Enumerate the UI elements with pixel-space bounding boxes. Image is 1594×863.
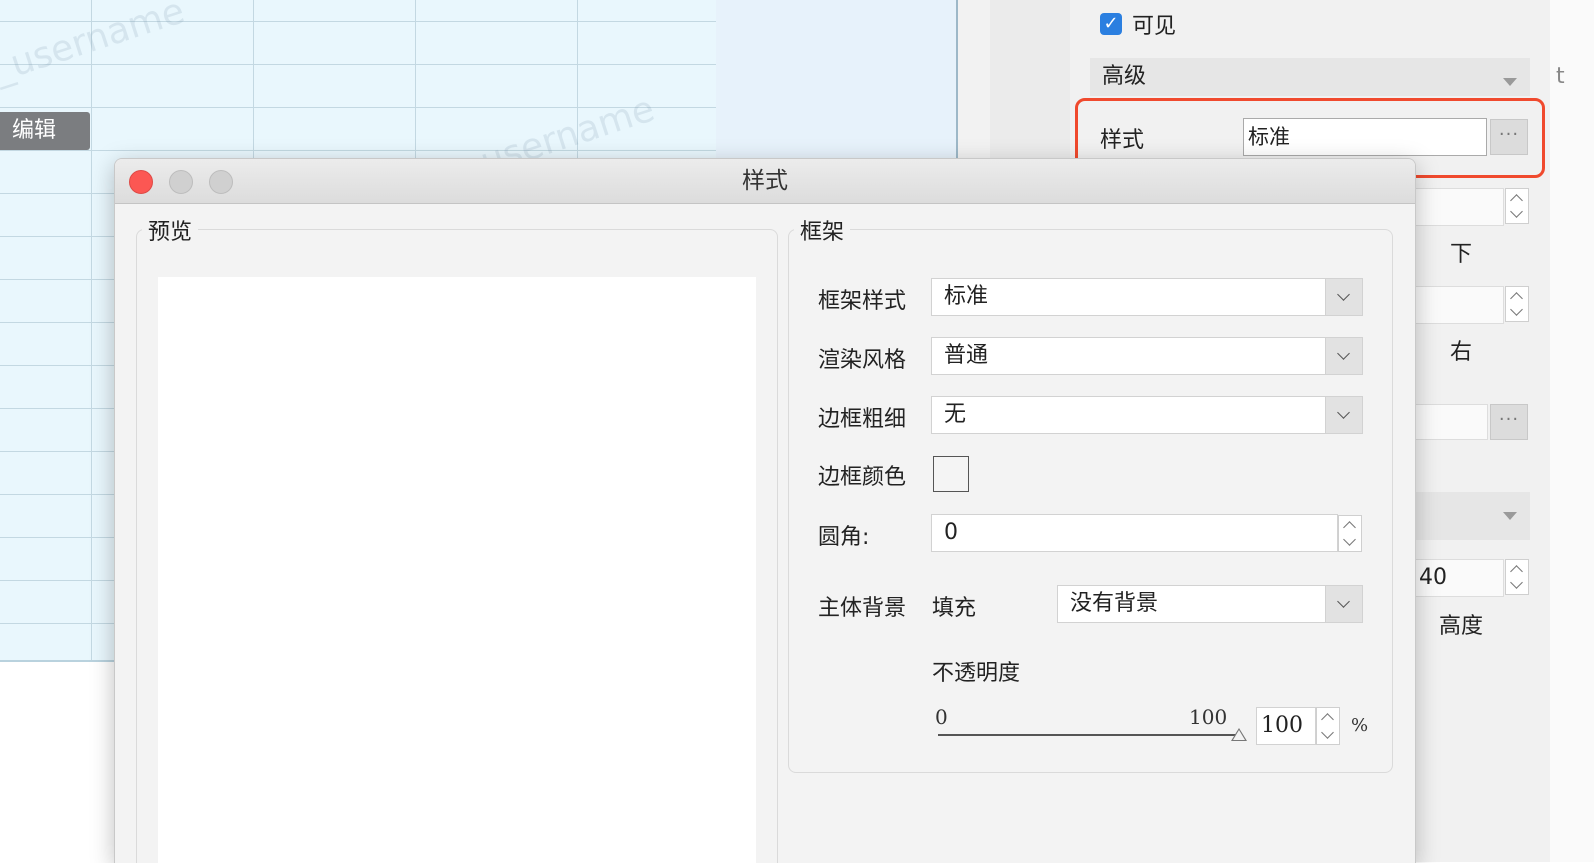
render-style-select[interactable]: 普通 — [931, 337, 1363, 375]
spreadsheet-area-right — [716, 0, 958, 160]
frame-group-title: 框架 — [794, 214, 851, 246]
visible-checkbox[interactable]: ✓ — [1100, 13, 1122, 35]
slider-max-label: 100 — [1189, 705, 1228, 729]
dialog-title: 样式 — [742, 168, 788, 194]
panel-field-input[interactable] — [1414, 404, 1488, 440]
right-margin-stepper[interactable] — [1505, 286, 1529, 322]
body-background-label: 主体背景 — [818, 596, 907, 621]
panel-edge — [1550, 0, 1594, 862]
height-input[interactable]: 40 — [1414, 559, 1504, 597]
right-label: 右 — [1450, 340, 1473, 365]
render-style-label: 渲染风格 — [818, 348, 907, 373]
render-style-value: 普通 — [944, 343, 989, 368]
height-stepper[interactable] — [1505, 559, 1529, 595]
right-margin-input[interactable] — [1414, 286, 1504, 324]
frame-style-label: 框架样式 — [818, 289, 907, 314]
opacity-slider-track[interactable] — [938, 734, 1238, 736]
visible-label: 可见 — [1132, 14, 1177, 39]
slider-min-label: 0 — [935, 705, 948, 729]
fill-value: 没有背景 — [1070, 591, 1159, 616]
corner-radius-input[interactable]: 0 — [931, 514, 1338, 552]
border-width-value: 无 — [944, 402, 967, 427]
panel-more-button[interactable]: ··· — [1490, 404, 1528, 440]
dialog-titlebar[interactable]: 样式 — [115, 159, 1415, 204]
corner-radius-stepper[interactable] — [1338, 515, 1362, 552]
chevron-down-icon[interactable] — [1325, 585, 1363, 623]
visible-checkbox-row[interactable]: ✓ 可见 — [1100, 10, 1177, 39]
bottom-label: 下 — [1450, 242, 1473, 267]
caret-down-icon — [1503, 78, 1517, 86]
frame-style-value: 标准 — [944, 284, 989, 309]
chevron-down-icon[interactable] — [1325, 278, 1363, 316]
opacity-label: 不透明度 — [932, 661, 1021, 686]
frame-style-select[interactable]: 标准 — [931, 278, 1363, 316]
chevron-down-icon[interactable] — [1325, 337, 1363, 375]
caret-down-icon — [1503, 512, 1517, 520]
fill-select[interactable]: 没有背景 — [1057, 585, 1363, 623]
border-width-select[interactable]: 无 — [931, 396, 1363, 434]
preview-group-title: 预览 — [142, 214, 199, 246]
advanced-label: 高级 — [1102, 64, 1147, 89]
chevron-down-icon[interactable] — [1325, 396, 1363, 434]
height-label: 高度 — [1439, 614, 1484, 639]
border-color-swatch[interactable] — [933, 456, 969, 492]
edge-letter: t — [1556, 64, 1565, 89]
opacity-stepper[interactable] — [1316, 707, 1340, 745]
style-dialog: 样式 预览 框架 框架样式 标准 渲染风格 普通 边框粗细 无 边框颜色 圆角:… — [114, 158, 1416, 863]
panel-dropdown[interactable] — [1414, 492, 1530, 540]
edit-button[interactable]: 编辑 — [0, 112, 90, 150]
bottom-margin-input[interactable] — [1414, 188, 1504, 226]
opacity-slider-thumb[interactable] — [1231, 728, 1247, 741]
border-color-label: 边框颜色 — [818, 465, 907, 490]
corner-radius-label: 圆角: — [818, 525, 870, 550]
advanced-section-header[interactable]: 高级 — [1090, 58, 1530, 96]
bottom-margin-stepper[interactable] — [1505, 188, 1529, 224]
opacity-input[interactable]: 100 — [1256, 707, 1316, 745]
percent-label: % — [1351, 715, 1369, 736]
preview-canvas — [158, 277, 756, 863]
fill-label: 填充 — [932, 596, 977, 621]
border-width-label: 边框粗细 — [818, 407, 907, 432]
